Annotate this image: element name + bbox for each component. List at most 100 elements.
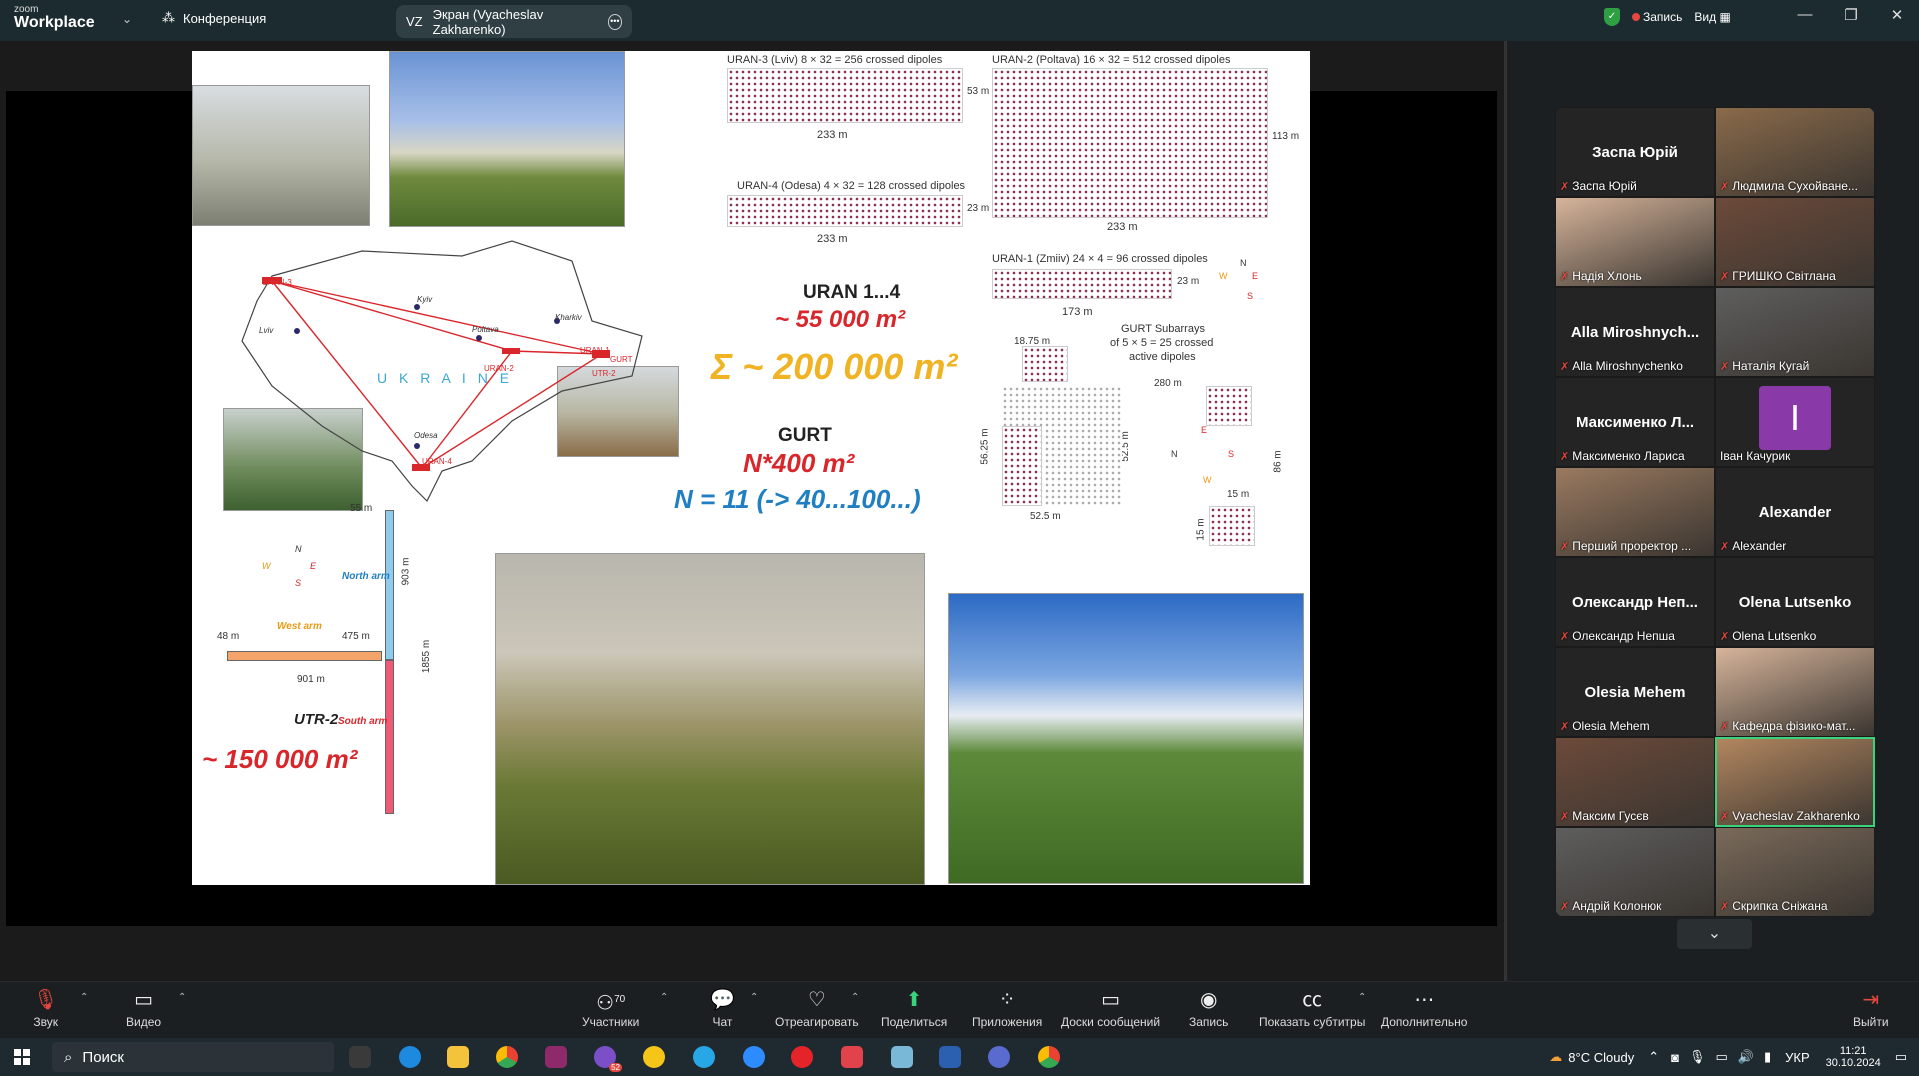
react-button[interactable]: ♡ Отреагировать — [775, 989, 859, 1029]
video-caret-icon[interactable]: ⌃ — [178, 992, 186, 1003]
audio-button[interactable]: 🎙 Звук — [33, 989, 58, 1029]
share-button[interactable]: ⬆ Поделиться — [881, 989, 947, 1029]
participant-name: ГРИШКО Світлана — [1732, 269, 1836, 283]
participant-tile[interactable]: ✗ Vyacheslav Zakharenko — [1715, 737, 1875, 827]
notifications-icon[interactable]: ▭ — [1895, 1049, 1907, 1065]
mic-muted-icon: ✗ — [1560, 720, 1570, 733]
whiteboards-button[interactable]: ▭ Доски сообщений — [1061, 989, 1160, 1029]
participant-tile[interactable]: Olena Lutsenko ✗ Olena Lutsenko — [1715, 557, 1875, 647]
meeting-info-button[interactable]: ⁂ Конференция — [162, 10, 266, 26]
participants-icon: ⚇70 — [596, 992, 626, 1015]
camera-tray-icon[interactable]: ◙ — [1671, 1050, 1679, 1065]
shield-icon[interactable]: ✓ — [1604, 8, 1620, 26]
participant-tile[interactable]: ✗ Надія Хлонь — [1555, 197, 1715, 287]
windows-start-icon[interactable] — [14, 1049, 30, 1065]
participants-button[interactable]: ⚇70 Участники — [582, 989, 639, 1029]
mic-muted-icon: ✗ — [1560, 360, 1570, 373]
leave-button[interactable]: ⇥ Выйти — [1853, 989, 1889, 1029]
chrome-profile-icon[interactable] — [1038, 1046, 1060, 1068]
share-label: Экран (Vyacheslav Zakharenko) — [432, 6, 544, 37]
minimize-icon[interactable]: — — [1790, 6, 1820, 23]
utr-north-label: North arm — [342, 571, 390, 582]
utr-west-label: West arm — [277, 621, 322, 632]
grid-icon: ▦ — [1719, 10, 1731, 24]
tray-chevron-icon[interactable]: ⌃ — [1648, 1049, 1659, 1065]
apps-button[interactable]: ⁘ Приложения — [972, 989, 1042, 1029]
clock[interactable]: 11:21 30.10.2024 — [1826, 1045, 1881, 1069]
participant-name: Скрипка Сніжана — [1732, 899, 1828, 913]
view-button[interactable]: Вид ▦ — [1694, 10, 1730, 24]
participant-name-tag: ✗ Olena Lutsenko — [1720, 629, 1816, 643]
chevron-down-icon[interactable]: ⌄ — [1677, 919, 1752, 949]
participant-tile[interactable]: ✗ Скрипка Сніжана — [1715, 827, 1875, 917]
participant-tile[interactable]: ✗ Максим Гусєв — [1555, 737, 1715, 827]
participant-tile[interactable]: ✗ ГРИШКО Світлана — [1715, 197, 1875, 287]
network-icon[interactable]: ▭ — [1715, 1049, 1727, 1065]
participants-caret-icon[interactable]: ⌃ — [660, 992, 668, 1003]
participant-name: Олександр Непша — [1572, 629, 1675, 643]
chrome-icon[interactable] — [496, 1046, 518, 1068]
telegram-icon[interactable] — [693, 1046, 715, 1068]
more-button[interactable]: ⋯ Дополнительно — [1381, 989, 1467, 1029]
participant-tile[interactable]: Заспа Юрій ✗ Заспа Юрій — [1555, 107, 1715, 197]
participant-tile[interactable]: Alla Miroshnych... ✗ Alla Miroshnychenko — [1555, 287, 1715, 377]
chevron-down-icon[interactable]: ⌄ — [122, 12, 132, 26]
participant-tile[interactable]: Максименко Л... ✗ Максименко Лариса — [1555, 377, 1715, 467]
mic-tray-icon[interactable]: 🎙 — [1689, 1049, 1706, 1065]
viber-icon[interactable]: 52 — [594, 1046, 622, 1072]
apps-icon: ⁘ — [998, 989, 1016, 1011]
volume-icon[interactable]: 🔊 — [1738, 1049, 1754, 1065]
restore-icon[interactable]: ❐ — [1836, 6, 1866, 24]
battery-icon[interactable]: ▮ — [1764, 1049, 1771, 1065]
participant-name-tag: ✗ Надія Хлонь — [1560, 269, 1642, 283]
paint-icon[interactable] — [891, 1046, 913, 1068]
participant-tile[interactable]: Олександр Неп... ✗ Олександр Непша — [1555, 557, 1715, 647]
utr-label: UTR-2 — [294, 711, 339, 728]
record-indicator[interactable]: Запись — [1632, 10, 1682, 24]
zoom-icon[interactable] — [743, 1046, 765, 1068]
participant-tile[interactable]: ✗ Кафедра фізико-мат... — [1715, 647, 1875, 737]
gurt-sub-2 — [1002, 426, 1042, 506]
react-caret-icon[interactable]: ⌃ — [851, 992, 859, 1003]
map-ukraine-label: U K R A I N E — [377, 370, 514, 386]
chat-button[interactable]: 💬 Чат — [710, 989, 735, 1029]
video-button[interactable]: ▭ Видео — [126, 989, 161, 1029]
participant-tile[interactable]: ✗ Перший проректор ... — [1555, 467, 1715, 557]
opera-icon[interactable] — [791, 1046, 813, 1068]
cc-icon: ㏄ — [1302, 989, 1323, 1011]
weather-widget[interactable]: ☁ 8°C Cloudy — [1549, 1049, 1634, 1065]
participant-tile[interactable]: Olesia Mehem ✗ Olesia Mehem — [1555, 647, 1715, 737]
app-icon[interactable] — [988, 1046, 1010, 1068]
screen-share-indicator[interactable]: VZ Экран (Vyacheslav Zakharenko) ••• — [396, 5, 632, 38]
mic-muted-icon: ✗ — [1560, 630, 1570, 643]
compass2-w: W — [1203, 475, 1212, 485]
participant-tile[interactable]: Alexander ✗ Alexander — [1715, 467, 1875, 557]
chat-caret-icon[interactable]: ⌃ — [750, 992, 758, 1003]
participant-tile[interactable]: ✗ Андрій Колонюк — [1555, 827, 1715, 917]
gurt-sub-title: GURT Subarrays — [1121, 323, 1205, 335]
save-icon[interactable] — [545, 1046, 567, 1068]
vivaldi-icon[interactable] — [841, 1046, 863, 1068]
record-icon: ◉ — [1199, 989, 1218, 1011]
word-icon[interactable] — [939, 1046, 961, 1068]
brand-main: Workplace — [14, 14, 95, 31]
participant-tile[interactable]: I Іван Качурик — [1715, 377, 1875, 467]
more-icon[interactable]: ••• — [607, 13, 622, 30]
map-uran4-label: URAN-4 — [422, 457, 452, 466]
explorer-icon[interactable] — [447, 1046, 469, 1068]
drive-icon[interactable] — [643, 1046, 665, 1068]
edge-icon[interactable] — [399, 1046, 421, 1068]
captions-button[interactable]: ㏄ Показать субтитры — [1259, 989, 1365, 1029]
taskbar-search[interactable]: ⌕ Поиск — [52, 1042, 334, 1072]
mic-muted-icon: ✗ — [1720, 900, 1730, 913]
audio-caret-icon[interactable]: ⌃ — [80, 992, 88, 1003]
language-indicator[interactable]: УКР — [1785, 1050, 1810, 1065]
participant-tile[interactable]: ✗ Людмила Сухойване... — [1715, 107, 1875, 197]
task-view-icon[interactable] — [349, 1046, 371, 1068]
uran1-title: URAN-1 (Zmiiv) 24 × 4 = 96 crossed dipol… — [992, 253, 1208, 265]
captions-caret-icon[interactable]: ⌃ — [1358, 992, 1366, 1003]
participant-tile[interactable]: ✗ Наталія Кугай — [1715, 287, 1875, 377]
record-button[interactable]: ◉ Запись — [1189, 989, 1228, 1029]
close-icon[interactable]: ✕ — [1882, 6, 1912, 24]
participant-name: Наталія Кугай — [1732, 359, 1810, 373]
